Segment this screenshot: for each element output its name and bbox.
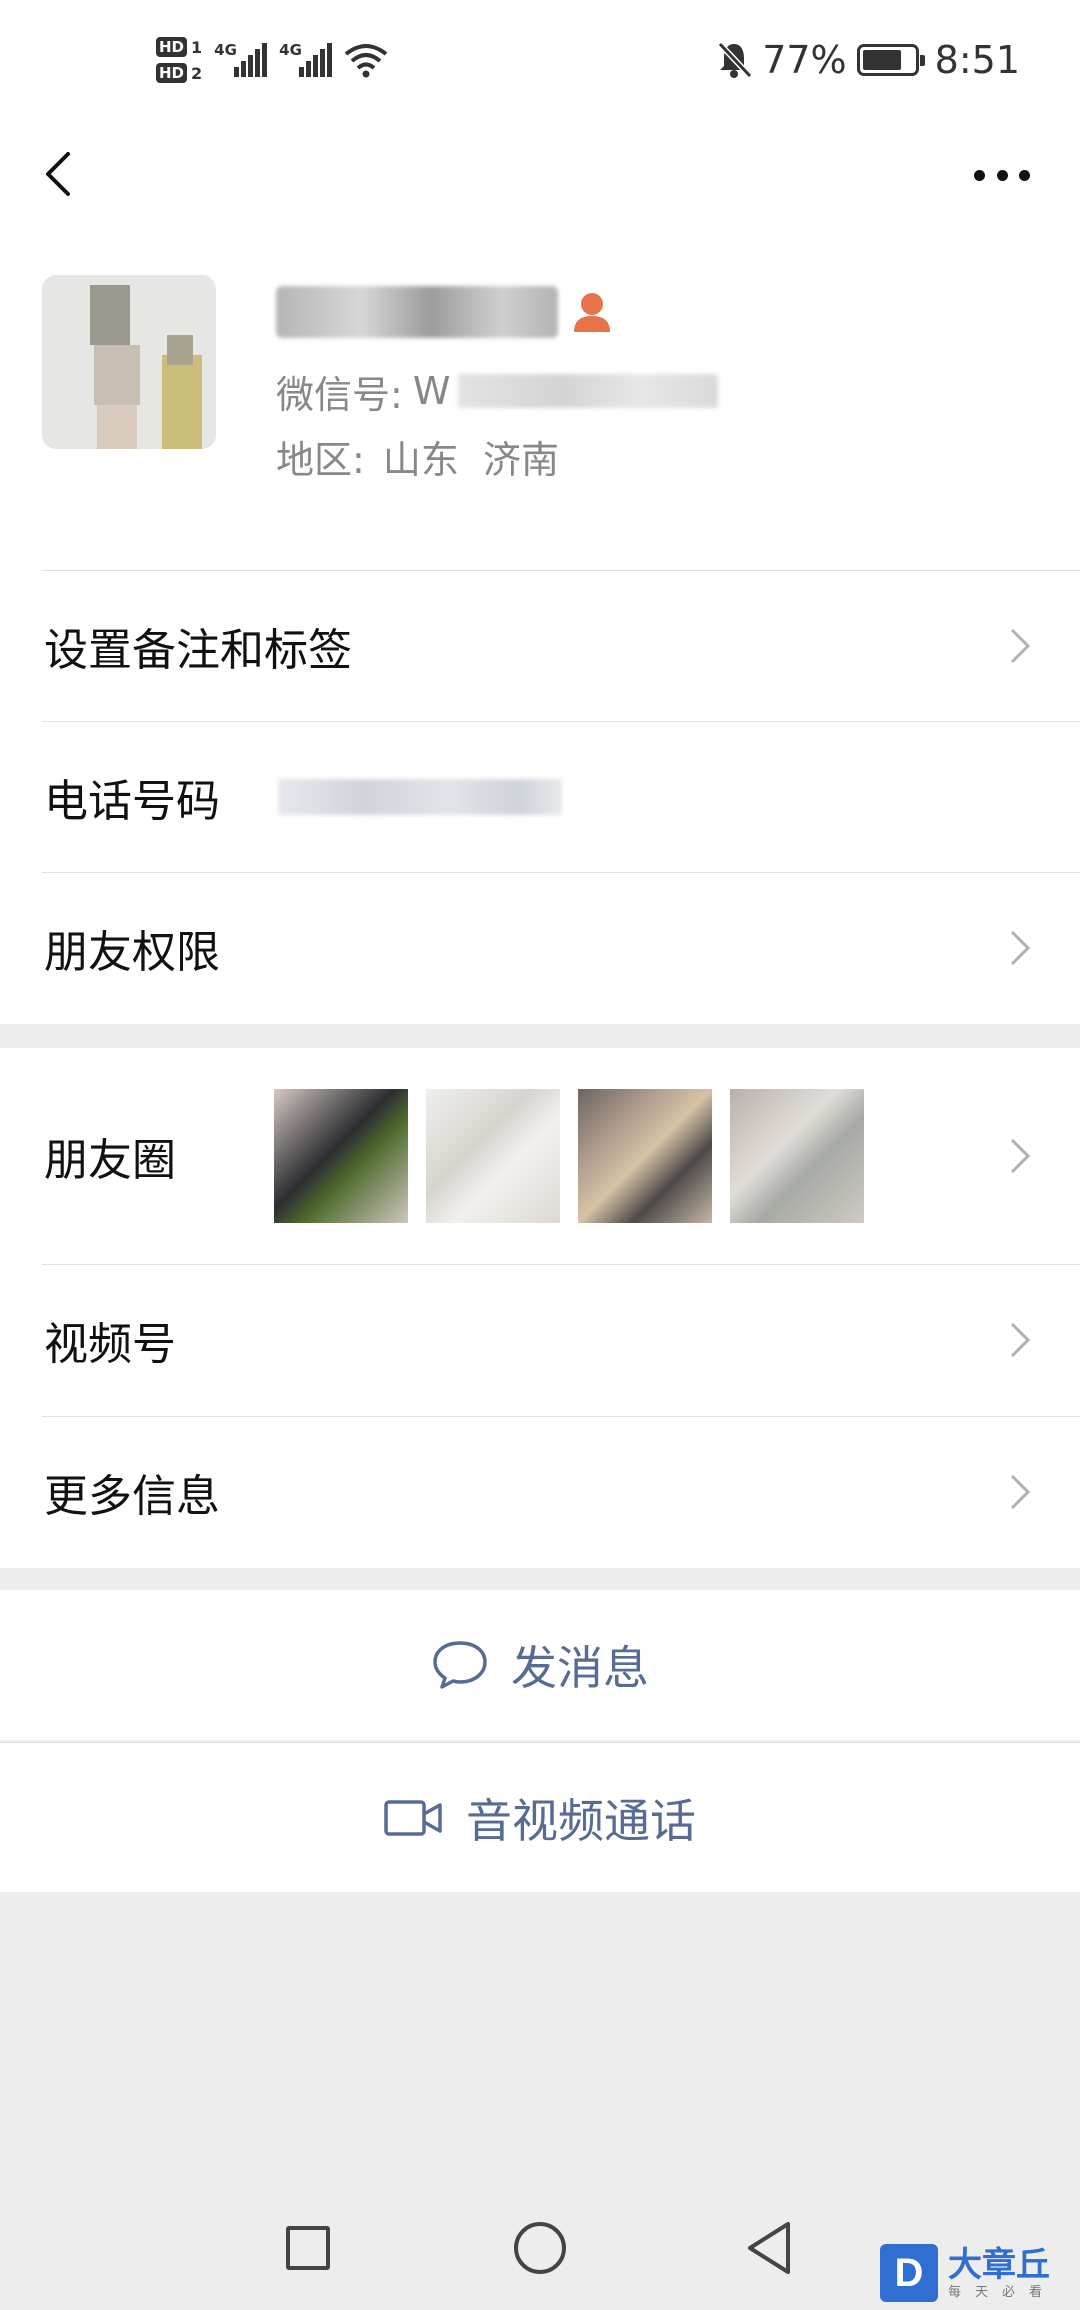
hd-badge: HD xyxy=(156,63,188,83)
wifi-icon xyxy=(344,44,388,78)
row-channels[interactable]: 视频号 xyxy=(0,1264,1080,1416)
nickname-blurred xyxy=(276,286,558,338)
signal-icon: 4G xyxy=(279,41,333,77)
hd-indicators: HD 1 HD 2 xyxy=(156,37,202,83)
watermark-logo-mark: D xyxy=(880,2244,938,2302)
row-label: 电话号码 xyxy=(44,775,220,827)
signal-icon: 4G xyxy=(214,41,268,77)
wechat-id-blurred xyxy=(458,374,719,408)
more-dots-icon[interactable] xyxy=(974,150,1030,200)
clock: 8:51 xyxy=(934,38,1020,82)
row-label: 视频号 xyxy=(44,1319,176,1370)
av-call-label: 音视频通话 xyxy=(466,1793,696,1848)
chevron-right-icon xyxy=(1010,1322,1031,1358)
av-call-button[interactable]: 音视频通话 xyxy=(0,1742,1080,1892)
row-phone[interactable]: 电话号码 xyxy=(0,721,1080,872)
hd-badge: HD xyxy=(156,37,188,57)
back-chevron-icon[interactable] xyxy=(38,144,98,204)
row-label: 朋友圈 xyxy=(44,1135,176,1186)
row-moments[interactable]: 朋友圈 xyxy=(0,1048,1080,1264)
battery-percent: 77% xyxy=(762,38,847,82)
home-circle-icon[interactable] xyxy=(514,2222,566,2274)
profile-header: 微信号: W 地区: 山东 济南 xyxy=(0,230,1080,570)
moments-thumbnail xyxy=(274,1089,408,1223)
chat-bubble-icon xyxy=(433,1641,487,1689)
row-remark-tags[interactable]: 设置备注和标签 xyxy=(0,570,1080,721)
wechat-id-label: 微信号: xyxy=(276,372,403,417)
region: 地区: 山东 济南 xyxy=(276,430,559,482)
wechat-id-prefix: W xyxy=(412,369,451,413)
moments-thumbnail xyxy=(426,1089,560,1223)
chevron-right-icon xyxy=(1010,1138,1031,1174)
nickname xyxy=(276,282,612,342)
back-triangle-icon[interactable] xyxy=(744,2220,794,2276)
network-type: 4G xyxy=(214,41,237,59)
chevron-right-icon xyxy=(1010,930,1031,966)
watermark-logo: D 大章丘 每天必看 xyxy=(880,2244,1056,2302)
contact-profile-page: HD 1 HD 2 4G 4G 77% 8:51 微信号: W 地区: 山东 济… xyxy=(0,0,1080,2310)
hd-row-2: HD 2 xyxy=(156,63,202,83)
mute-bell-icon xyxy=(717,41,753,79)
watermark-text: 大章丘 每天必看 xyxy=(948,2245,1056,2301)
battery-icon xyxy=(856,44,925,76)
chevron-right-icon xyxy=(1010,1474,1031,1510)
row-label: 朋友权限 xyxy=(44,927,220,978)
wechat-id: 微信号: W xyxy=(276,365,719,417)
network-type: 4G xyxy=(279,41,302,59)
region-value: 山东 济南 xyxy=(382,437,559,482)
hd-sim-number: 2 xyxy=(191,63,203,83)
send-message-button[interactable]: 发消息 xyxy=(0,1590,1080,1740)
chevron-right-icon xyxy=(1010,628,1031,663)
watermark-title: 大章丘 xyxy=(948,2245,1050,2285)
moments-thumbnail xyxy=(578,1089,712,1223)
hd-row-1: HD 1 xyxy=(156,37,202,57)
row-more-info[interactable]: 更多信息 xyxy=(0,1416,1080,1568)
status-left: HD 1 HD 2 4G 4G xyxy=(156,30,388,90)
status-right: 77% 8:51 xyxy=(716,30,1020,90)
recents-square-icon[interactable] xyxy=(286,2226,330,2270)
battery-fill xyxy=(862,50,902,70)
video-camera-icon xyxy=(384,1799,442,1836)
status-bar: HD 1 HD 2 4G 4G 77% 8:51 xyxy=(0,0,1080,120)
send-message-label: 发消息 xyxy=(511,1641,649,1695)
avatar[interactable] xyxy=(42,275,216,449)
nav-bar xyxy=(0,120,1080,230)
moments-thumbnail xyxy=(730,1089,864,1223)
moments-thumbnails xyxy=(274,1089,864,1223)
person-icon xyxy=(574,293,610,332)
divider xyxy=(42,1264,1080,1265)
watermark-subtitle: 每天必看 xyxy=(948,2285,1057,2300)
row-label: 设置备注和标签 xyxy=(44,624,352,676)
row-friend-permissions[interactable]: 朋友权限 xyxy=(0,872,1080,1024)
phone-number-blurred[interactable] xyxy=(278,778,562,815)
row-label: 更多信息 xyxy=(44,1471,220,1522)
hd-sim-number: 1 xyxy=(191,37,203,57)
region-label: 地区: xyxy=(276,437,365,482)
